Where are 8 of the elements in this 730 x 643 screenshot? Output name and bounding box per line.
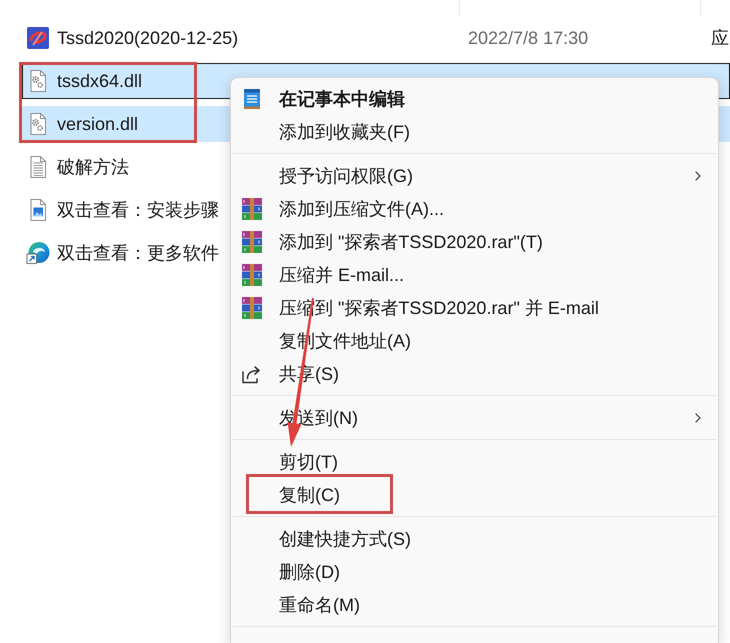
file-name: 破解方法 [57,156,129,178]
file-type: 应 [711,27,729,49]
file-name: 双击查看：安装步骤 [57,199,219,221]
file-name: version.dll [57,113,138,135]
file-name: tssdx64.dll [57,70,142,92]
file-name: Tssd2020(2020-12-25) [57,27,238,49]
date-modified: 2022/7/8 17:30 [468,28,588,48]
file-name: 双击查看：更多软件 [57,242,219,264]
